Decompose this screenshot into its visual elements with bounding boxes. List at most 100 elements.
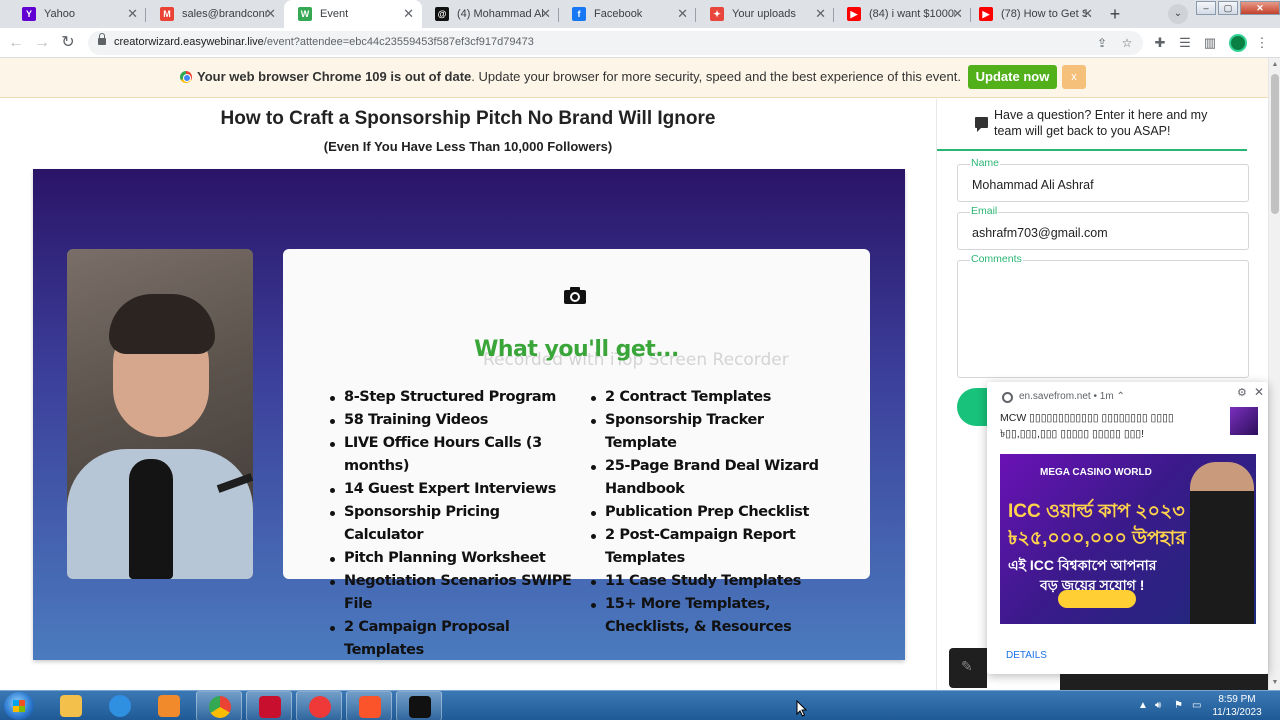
presenter-webcam [67, 249, 253, 579]
email-field[interactable]: Email ashrafm703@gmail.com [957, 205, 1249, 250]
annotate-pen-button[interactable]: ✎ [949, 648, 987, 688]
ad-banner-image[interactable]: MEGA CASINO WORLD ICC ওয়ার্ল্ড কাপ ২০২৩… [1000, 454, 1256, 624]
media-player-taskbar-icon[interactable] [146, 691, 192, 720]
vivaldi-taskbar-icon[interactable] [296, 691, 342, 720]
active-tab-indicator [937, 149, 1247, 151]
tab-strip: + ⌄ – ▢ ✕ YYahoo✕Msales@brandconnect✕WEv… [0, 0, 1280, 28]
network-icon[interactable]: ▭ [1192, 700, 1201, 711]
windows-taskbar: ▲ 🔊︎ ⚑ ▭ 8:59 PM 11/13/2023 [0, 690, 1280, 720]
tab-title: sales@brandconnect [182, 8, 268, 20]
tab-close-icon[interactable]: ✕ [815, 7, 826, 21]
ie-taskbar-icon[interactable] [97, 691, 143, 720]
volume-icon[interactable]: 🔊︎ [1155, 700, 1161, 711]
share-icon[interactable]: ⇪ [1093, 34, 1111, 52]
benefits-list-left: 8-Step Structured Program 58 Training Vid… [330, 386, 580, 662]
event-subtitle: (Even If You Have Less Than 10,000 Follo… [323, 139, 613, 154]
youtube-icon: ▶ [979, 7, 993, 21]
tab-5[interactable]: f Facebook ✕ [558, 0, 696, 28]
benefits-list-right: 2 Contract Templates Sponsorship Tracker … [591, 386, 831, 639]
tab-4[interactable]: @ (4) Mohammad Ali A✕ [421, 0, 559, 28]
update-now-button[interactable]: Update now [968, 65, 1057, 89]
benefit-item: 58 Training Videos [330, 409, 580, 432]
reload-icon[interactable]: ↻ [58, 33, 78, 53]
scroll-down-icon[interactable]: ▼ [1269, 676, 1280, 690]
chrome-logo-icon [180, 71, 192, 83]
comments-label: Comments [970, 253, 1023, 265]
comments-field[interactable]: Comments [957, 253, 1249, 378]
start-button[interactable] [4, 692, 34, 720]
details-link[interactable]: DETAILS [1006, 650, 1047, 661]
question-tab[interactable]: Have a question? Enter it here and my te… [937, 99, 1269, 151]
address-bar[interactable]: creatorwizard.easywebinar.live/event?att… [88, 31, 1143, 55]
tab-1[interactable]: Y Yahoo ✕ [8, 0, 146, 28]
name-input[interactable]: Mohammad Ali Ashraf [972, 178, 1094, 192]
side-panel-icon[interactable]: ▥ [1201, 34, 1219, 52]
screen-recorder-taskbar-icon[interactable] [246, 691, 292, 720]
banner-message: Your web browser Chrome 109 is out of da… [197, 69, 961, 84]
question-prompt: Have a question? Enter it here and my te… [994, 108, 1208, 138]
tab-search-icon[interactable]: ⌄ [1168, 4, 1188, 24]
extensions-icon[interactable]: ✚ [1151, 34, 1169, 52]
banner-close-button[interactable]: x [1062, 65, 1086, 89]
benefit-item: Sponsorship Pricing Calculator [330, 501, 580, 547]
media-queue-icon[interactable]: ☰ [1176, 34, 1194, 52]
tab-close-icon[interactable]: ✕ [677, 7, 688, 21]
flag-icon[interactable]: ⚑ [1174, 700, 1183, 711]
notification-message: MCW ▯▯▯▯▯▯▯▯▯▯▯▯ ▯▯▯▯▯▯▯▯ ▯▯▯▯ ৳▯▯,▯▯▯,▯… [1000, 412, 1174, 440]
tab-6[interactable]: ✦ Your uploads ✕ [696, 0, 834, 28]
email-label: Email [970, 205, 999, 217]
imo-taskbar-icon[interactable] [396, 691, 442, 720]
event-title: How to Craft a Sponsorship Pitch No Bran… [220, 108, 716, 129]
scroll-up-icon[interactable]: ▲ [1269, 58, 1280, 72]
forward-icon[interactable]: → [32, 33, 52, 53]
tab-8[interactable]: ▶ (78) How to Get Spo✕ [965, 0, 1101, 28]
tab-close-icon[interactable]: ✕ [403, 7, 414, 21]
benefit-item: Pitch Planning Worksheet [330, 547, 580, 570]
threads-icon: @ [435, 7, 449, 21]
benefit-item: 2 Post-Campaign Report Templates [591, 524, 831, 570]
profile-avatar[interactable] [1229, 34, 1247, 52]
tray-expand-icon[interactable]: ▲ [1138, 700, 1148, 711]
benefit-item: Publication Prep Checklist [591, 501, 831, 524]
tab-title: (78) How to Get Spo [1001, 8, 1087, 20]
benefit-item: LIVE Office Hours Calls (3 months) [330, 432, 580, 478]
tab-close-icon[interactable]: ✕ [127, 7, 138, 21]
tab-close-icon[interactable]: ✕ [1082, 7, 1093, 21]
clock[interactable]: 8:59 PM 11/13/2023 [1212, 693, 1262, 719]
cricket-player-image [1190, 462, 1254, 624]
back-icon[interactable]: ← [6, 33, 26, 53]
pen-icon: ✎ [961, 658, 973, 674]
bookmark-star-icon[interactable]: ☆ [1118, 34, 1136, 52]
tab-title: Your uploads [732, 8, 796, 20]
tab-close-icon[interactable]: ✕ [540, 7, 551, 21]
tab-close-icon[interactable]: ✕ [265, 7, 276, 21]
recorder-toolbar [1060, 674, 1268, 690]
maximize-button[interactable]: ▢ [1218, 1, 1238, 15]
scroll-thumb[interactable] [1271, 74, 1279, 214]
push-notification[interactable]: en.savefrom.net • 1m ⌃ ⚙ ✕ MCW ▯▯▯▯▯▯▯▯▯… [987, 382, 1268, 674]
tab-7[interactable]: ▶ (84) i want $100000✕ [833, 0, 971, 28]
tab-2[interactable]: Msales@brandconnect✕ [146, 0, 284, 28]
brave-taskbar-icon[interactable] [346, 691, 392, 720]
url-text[interactable]: creatorwizard.easywebinar.live/event?att… [114, 36, 534, 48]
benefit-item: 15+ More Templates, Checklists, & Resour… [591, 593, 831, 639]
explorer-taskbar-icon[interactable] [48, 691, 94, 720]
page-scrollbar[interactable]: ▲ ▼ [1268, 58, 1280, 690]
new-tab-button[interactable]: + [1104, 3, 1126, 25]
email-input[interactable]: ashrafm703@gmail.com [972, 226, 1108, 240]
tab-3[interactable]: W Event ✕ [284, 0, 422, 28]
name-field[interactable]: Name Mohammad Ali Ashraf [957, 157, 1249, 202]
benefit-item: 2 Contract Templates [591, 386, 831, 409]
ad-brand: MEGA CASINO WORLD [1040, 467, 1152, 478]
tab-close-icon[interactable]: ✕ [952, 7, 963, 21]
lock-icon[interactable] [98, 33, 106, 45]
minimize-button[interactable]: – [1196, 1, 1216, 15]
gear-icon[interactable]: ⚙ [1237, 386, 1247, 399]
chrome-taskbar-icon[interactable] [196, 691, 242, 720]
menu-kebab-icon[interactable]: ⋮ [1253, 34, 1271, 52]
notification-source: en.savefrom.net • 1m ⌃ [1019, 391, 1125, 402]
chat-bubble-icon [975, 117, 988, 132]
close-icon[interactable]: ✕ [1254, 385, 1264, 399]
close-window-button[interactable]: ✕ [1240, 1, 1280, 15]
webinar-video[interactable]: Recorded with iTop Screen Recorder What … [33, 169, 905, 660]
